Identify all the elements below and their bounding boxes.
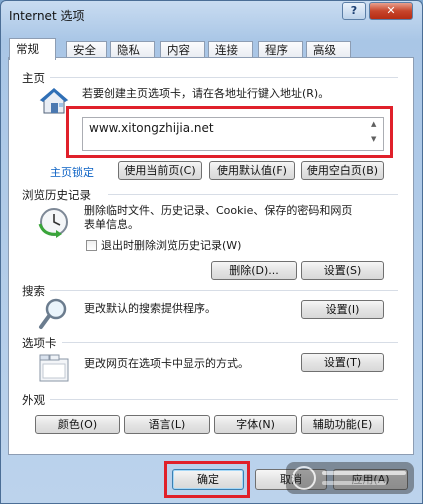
homepage-url-textarea[interactable]: www.xitongzhijia.net ▲ ▼ bbox=[82, 117, 384, 151]
scroll-up-icon[interactable]: ▲ bbox=[371, 120, 379, 128]
search-divider bbox=[50, 290, 398, 291]
homepage-lock-link[interactable]: 主页锁定 bbox=[50, 164, 94, 180]
history-clock-icon bbox=[38, 208, 68, 238]
magnifier-icon bbox=[39, 298, 67, 329]
tabs-settings-button[interactable]: 设置(T) bbox=[301, 353, 384, 372]
delete-history-button[interactable]: 删除(D)... bbox=[211, 261, 297, 280]
close-button[interactable]: ✕ bbox=[369, 2, 413, 20]
scroll-down-icon[interactable]: ▼ bbox=[371, 135, 379, 143]
tabs-group-title: 选项卡 bbox=[22, 336, 57, 350]
title-bar[interactable]: Internet 选项 ? ✕ bbox=[1, 1, 422, 31]
homepage-description: 若要创建主页选项卡，请在各地址行键入地址(R)。 bbox=[82, 87, 330, 100]
colors-button[interactable]: 颜色(O) bbox=[35, 415, 120, 434]
homepage-url-text: www.xitongzhijia.net bbox=[89, 121, 214, 135]
search-description: 更改默认的搜索提供程序。 bbox=[84, 302, 216, 315]
homepage-group-title: 主页 bbox=[22, 71, 45, 85]
tab-strip: 常规 安全 隐私 内容 连接 程序 高级 bbox=[9, 38, 411, 60]
use-blank-button[interactable]: 使用空白页(B) bbox=[301, 161, 384, 180]
homepage-divider bbox=[50, 77, 398, 78]
delete-on-exit-label[interactable]: 退出时删除浏览历史记录(W) bbox=[101, 239, 241, 253]
tabs-window-icon bbox=[39, 354, 69, 382]
search-settings-button[interactable]: 设置(I) bbox=[301, 300, 384, 319]
history-description-line2: 表单信息。 bbox=[84, 218, 139, 231]
history-settings-button[interactable]: 设置(S) bbox=[301, 261, 384, 280]
tabs-description: 更改网页在选项卡中显示的方式。 bbox=[84, 357, 249, 370]
accessibility-button[interactable]: 辅助功能(E) bbox=[301, 415, 384, 434]
history-description-line1: 删除临时文件、历史记录、Cookie、保存的密码和网页 bbox=[84, 204, 353, 217]
history-group-title: 浏览历史记录 bbox=[22, 188, 91, 202]
use-default-button[interactable]: 使用默认值(F) bbox=[209, 161, 295, 180]
ok-button[interactable]: 确定 bbox=[172, 469, 244, 490]
watermark-logo-icon bbox=[286, 462, 414, 494]
tab-general[interactable]: 常规 bbox=[9, 38, 56, 60]
fonts-button[interactable]: 字体(N) bbox=[214, 415, 297, 434]
delete-on-exit-checkbox[interactable] bbox=[86, 240, 97, 251]
use-current-button[interactable]: 使用当前页(C) bbox=[118, 161, 202, 180]
help-button[interactable]: ? bbox=[342, 2, 366, 20]
languages-button[interactable]: 语言(L) bbox=[124, 415, 210, 434]
history-divider bbox=[108, 194, 398, 195]
window-title: Internet 选项 bbox=[9, 9, 85, 23]
appearance-divider bbox=[50, 399, 398, 400]
house-icon bbox=[39, 88, 69, 114]
appearance-group-title: 外观 bbox=[22, 393, 45, 407]
tabs-divider bbox=[62, 342, 398, 343]
